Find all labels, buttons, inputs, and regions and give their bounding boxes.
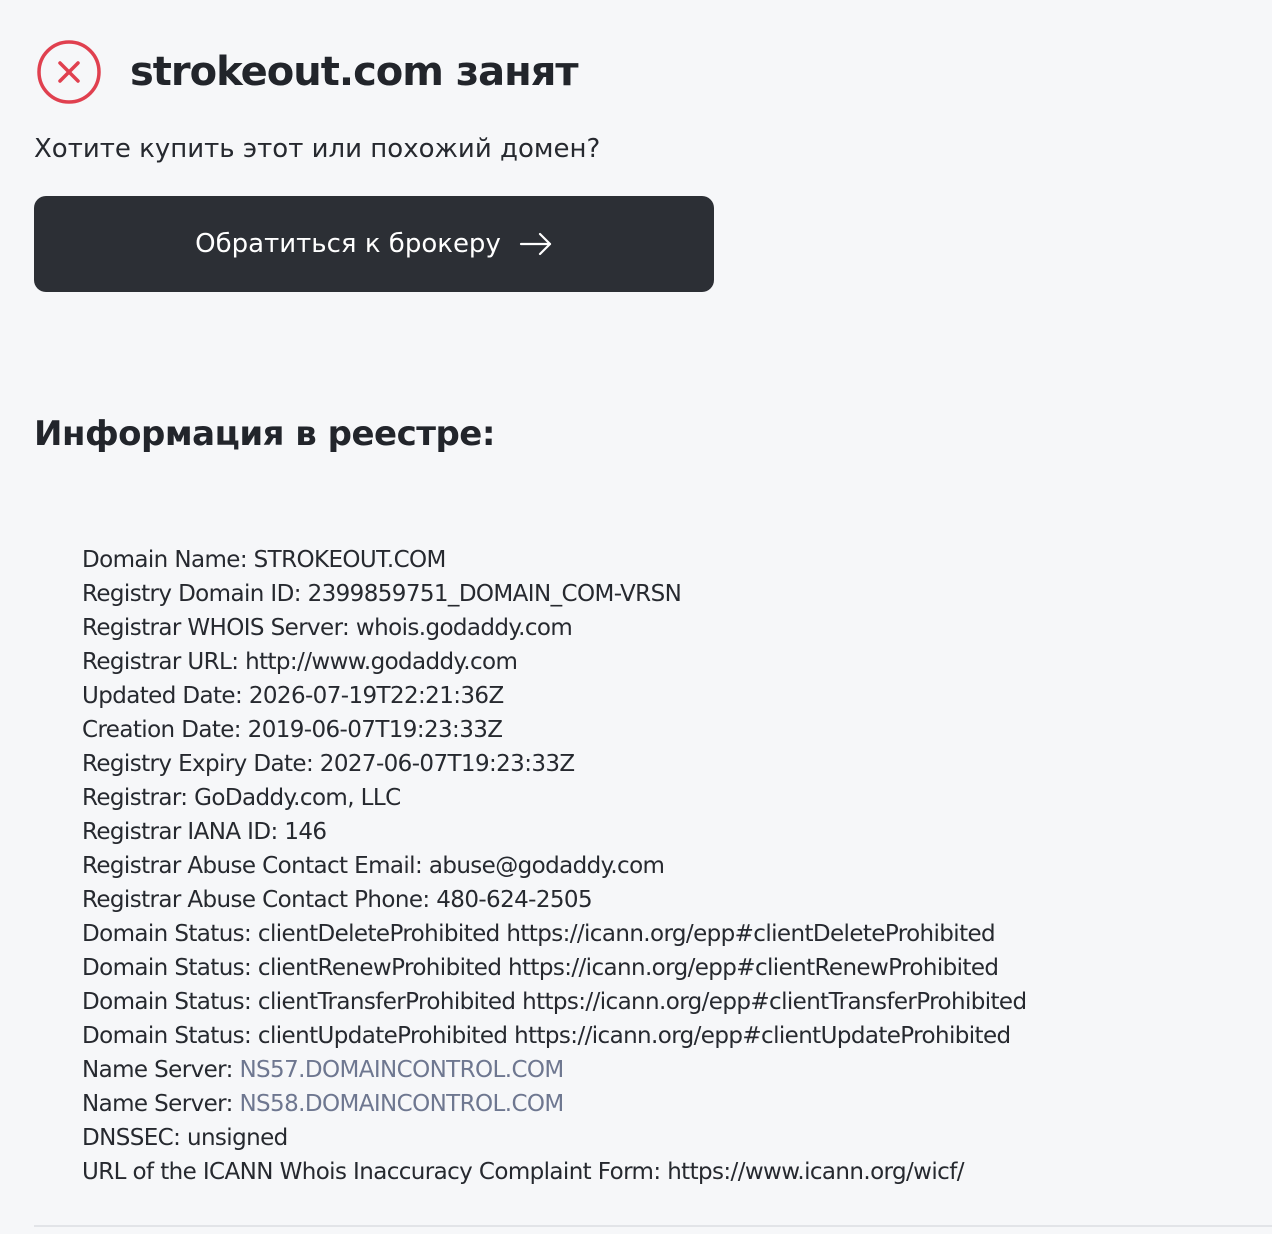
whois-status-renew: Domain Status: clientRenewProhibited htt…: [82, 955, 999, 981]
registry-info-heading: Информация в реестре:: [34, 414, 495, 454]
contact-broker-button[interactable]: Обратиться к брокеру: [34, 196, 714, 292]
name-server-label: Name Server:: [82, 1091, 240, 1117]
contact-broker-label: Обратиться к брокеру: [195, 229, 501, 259]
whois-creation-date: Creation Date: 2019-06-07T19:23:33Z: [82, 717, 503, 743]
page-title: strokeout.com занят: [130, 49, 579, 95]
whois-record: Domain Name: STROKEOUT.COM Registry Doma…: [82, 543, 1252, 1189]
buy-question-text: Хотите купить этот или похожий домен?: [34, 134, 601, 164]
name-server-label: Name Server:: [82, 1057, 240, 1083]
whois-abuse-email: Registrar Abuse Contact Email: abuse@god…: [82, 853, 665, 879]
domain-status-header: strokeout.com занят: [36, 38, 579, 106]
whois-dnssec: DNSSEC: unsigned: [82, 1125, 288, 1151]
whois-registry-domain-id: Registry Domain ID: 2399859751_DOMAIN_CO…: [82, 581, 682, 607]
arrow-right-icon: [519, 232, 553, 256]
whois-iana-id: Registrar IANA ID: 146: [82, 819, 327, 845]
whois-registrar-url: Registrar URL: http://www.godaddy.com: [82, 649, 518, 675]
name-server-link-1[interactable]: NS57.DOMAINCONTROL.COM: [239, 1057, 564, 1083]
whois-status-delete: Domain Status: clientDeleteProhibited ht…: [82, 921, 996, 947]
whois-icann-form: URL of the ICANN Whois Inaccuracy Compla…: [82, 1159, 964, 1185]
whois-name-server-1: Name Server: NS57.DOMAINCONTROL.COM: [82, 1053, 1252, 1087]
whois-domain-name: Domain Name: STROKEOUT.COM: [82, 547, 446, 573]
whois-expiry-date: Registry Expiry Date: 2027-06-07T19:23:3…: [82, 751, 575, 777]
whois-abuse-phone: Registrar Abuse Contact Phone: 480-624-2…: [82, 887, 593, 913]
whois-registrar-server: Registrar WHOIS Server: whois.godaddy.co…: [82, 615, 573, 641]
close-circle-icon: [36, 39, 102, 105]
bottom-divider: [34, 1225, 1272, 1227]
name-server-link-2[interactable]: NS58.DOMAINCONTROL.COM: [239, 1091, 564, 1117]
whois-registrar: Registrar: GoDaddy.com, LLC: [82, 785, 401, 811]
whois-status-update: Domain Status: clientUpdateProhibited ht…: [82, 1023, 1011, 1049]
whois-updated-date: Updated Date: 2026-07-19T22:21:36Z: [82, 683, 504, 709]
whois-status-transfer: Domain Status: clientTransferProhibited …: [82, 989, 1027, 1015]
whois-name-server-2: Name Server: NS58.DOMAINCONTROL.COM: [82, 1087, 1252, 1121]
